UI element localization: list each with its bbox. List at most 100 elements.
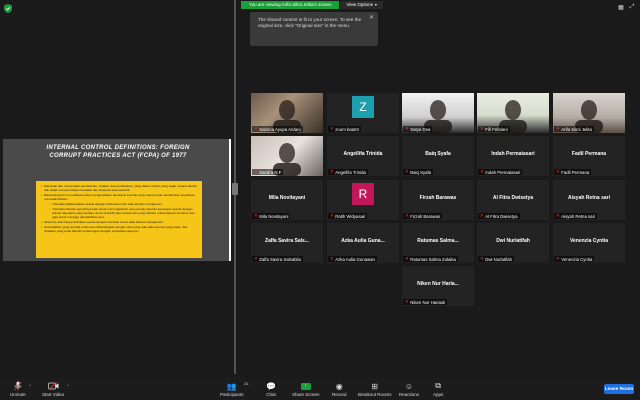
- fit-screen-tooltip: The shared content is fit to your screen…: [250, 12, 378, 46]
- unmute-button[interactable]: Unmute ^: [10, 381, 31, 397]
- participant-tile[interactable]: Angellifa Trinida ✕ Angellifa Trinida: [327, 136, 399, 176]
- mic-muted-icon: ✕: [254, 126, 258, 131]
- participant-tile[interactable]: Venenzia Cyntia ✕ Venenzia Cyntia: [553, 223, 625, 263]
- participant-display-name: Al Fitra Dwisetya: [492, 195, 534, 201]
- speaker-view-icon[interactable]: ▦: [617, 3, 625, 11]
- participant-name: Mila Novitayani: [259, 213, 289, 219]
- record-icon: ◉: [335, 381, 343, 391]
- chevron-up-icon[interactable]: ^: [29, 383, 31, 388]
- meeting-toolbar: Unmute ^ Start Video ^ 👥 21 Participants…: [0, 378, 640, 400]
- mic-muted-icon: ✕: [330, 213, 334, 218]
- participant-tile[interactable]: Ratumas Salma... ✕ Ratumas Salma Zulaika: [402, 223, 474, 263]
- participant-name: Baiq Syafa: [410, 169, 432, 175]
- participant-display-name: Dwi Nurlatifah: [496, 238, 530, 244]
- participant-name: Azka Aulia Gunawan: [335, 256, 375, 262]
- mic-muted-icon: ✕: [405, 213, 409, 218]
- slide-sub-bullet: ◦ Transaksi dicatat seperlunya baik untuk…: [49, 207, 195, 219]
- participant-name-label: ✕ Aisyah Retna sari: [554, 213, 597, 219]
- participant-name: Dwi Nurlatifah: [485, 256, 513, 262]
- start-video-button[interactable]: Start Video ^: [42, 381, 69, 397]
- apps-button[interactable]: ⧉ Apps: [433, 381, 443, 397]
- participant-tile[interactable]: Firzah Barawas ✕ Firzah Barawas: [402, 180, 474, 220]
- participant-tile[interactable]: Azka Aulia Guna... ✕ Azka Aulia Gunawan: [327, 223, 399, 263]
- participants-label: Participants: [220, 392, 244, 397]
- apps-label: Apps: [433, 392, 444, 397]
- participant-name-label: ✕ Arifa Silmi Jelita: [554, 126, 594, 132]
- record-button[interactable]: ◉ Record: [332, 381, 347, 398]
- mic-muted-icon: ✕: [480, 126, 484, 131]
- participant-tile[interactable]: Indah Permatasari ✕ Indah Permatasari: [477, 136, 549, 176]
- participant-name-label: ✕ Firzah Barawas: [403, 213, 443, 219]
- participant-name-label: ✕ Zalfa Savira Salsabila: [252, 256, 303, 262]
- chat-label: Chat: [266, 392, 276, 397]
- slide-bullet: • Akses ke aset hanya diizinkan sesuai de…: [41, 220, 164, 224]
- participant-tile[interactable]: ✕ Satya Dea: [402, 93, 474, 133]
- participant-display-name: Niken Nur Haria...: [417, 281, 459, 287]
- mic-muted-icon: ✕: [556, 213, 560, 218]
- participant-name-label: ✕ Sandra N F: [252, 169, 284, 175]
- share-screen-icon: ↑: [300, 381, 311, 391]
- breakout-rooms-icon: ⊞: [371, 381, 379, 391]
- participant-tile[interactable]: Baiq Syafa ✕ Baiq Syafa: [402, 136, 474, 176]
- participant-name: Arifa Silmi Jelita: [561, 126, 592, 132]
- mic-muted-icon: ✕: [254, 213, 258, 218]
- participant-tile[interactable]: Z ✕ zoom baa04: [327, 93, 399, 133]
- participant-tile[interactable]: ✕ Arifa Silmi Jelita: [553, 93, 625, 133]
- participant-name-label: ✕ Angellifa Trinida: [328, 169, 368, 175]
- participant-tile[interactable]: ✕ Sandra N F: [251, 136, 323, 176]
- participant-name: Firzah Barawas: [410, 213, 441, 219]
- participant-name: Al Fitra Dwisetya: [485, 213, 518, 219]
- chat-button[interactable]: 💬 Chat: [266, 381, 276, 398]
- participant-name-label: ✕ Fadil Permana: [554, 169, 592, 175]
- record-label: Record: [332, 392, 347, 397]
- mic-muted-icon: ✕: [480, 213, 484, 218]
- participant-name-label: ✕ Sabrina Ayupa Ardani: [252, 126, 303, 132]
- mic-muted-icon: ✕: [480, 169, 484, 174]
- participants-icon: 👥: [226, 381, 237, 391]
- participant-tile[interactable]: R ✕ Ratih Widyasari: [327, 180, 399, 220]
- view-options-label: View Options: [346, 2, 373, 7]
- participant-tile[interactable]: Mila Novitayani ✕ Mila Novitayani: [251, 180, 323, 220]
- participant-display-name: Angellifa Trinida: [343, 151, 383, 157]
- shared-screen: INTERNAL CONTROL DEFINITIONS: FOREIGN CO…: [3, 139, 231, 261]
- view-options-button[interactable]: View Options ▾: [340, 0, 383, 9]
- participant-tile[interactable]: ✕ Fifi Febriani: [477, 93, 549, 133]
- participant-tile[interactable]: Al Fitra Dwisetya ✕ Al Fitra Dwisetya: [477, 180, 549, 220]
- participant-name-label: ✕ Dwi Nurlatifah: [478, 256, 515, 262]
- participant-display-name: Zalfa Savira Sals...: [265, 238, 309, 244]
- participant-display-name: Firzah Barawas: [419, 195, 457, 201]
- apps-icon: ⧉: [435, 381, 441, 390]
- participant-avatar: R: [352, 183, 374, 205]
- participant-name: Niken Nur Hariasti: [410, 299, 446, 305]
- reactions-button[interactable]: ☺ Reactions: [399, 381, 419, 398]
- participant-tile[interactable]: Fadil Permana ✕ Fadil Permana: [553, 136, 625, 176]
- mic-muted-icon: ✕: [254, 256, 258, 261]
- fullscreen-icon[interactable]: ⤢: [628, 3, 636, 11]
- mic-muted-icon: ✕: [556, 256, 560, 261]
- participant-tile[interactable]: ✕ Sabrina Ayupa Ardani: [251, 93, 323, 133]
- participant-name: Ratih Widyasari: [335, 213, 366, 219]
- participant-name-label: ✕ Mila Novitayani: [252, 213, 291, 219]
- shield-icon[interactable]: [4, 4, 12, 13]
- close-icon[interactable]: ✕: [369, 15, 374, 21]
- mic-muted-icon: ✕: [405, 126, 409, 131]
- participant-tile[interactable]: Zalfa Savira Sals... ✕ Zalfa Savira Salsab…: [251, 223, 323, 263]
- chevron-up-icon[interactable]: ^: [67, 383, 69, 388]
- participant-tile[interactable]: Niken Nur Haria... ✕ Niken Nur Hariasti: [402, 266, 474, 306]
- participant-display-name: Azka Aulia Guna...: [341, 238, 385, 244]
- mic-muted-icon: ✕: [405, 256, 409, 261]
- share-screen-label: Share Screen: [292, 392, 320, 397]
- breakout-rooms-label: Breakout Rooms: [358, 392, 392, 397]
- participants-button[interactable]: 👥 21 Participants: [220, 381, 249, 397]
- participant-tile[interactable]: Dwi Nurlatifah ✕ Dwi Nurlatifah: [477, 223, 549, 263]
- slide-bullet: • Membuat dan menyimpan pembukuan, catata…: [41, 184, 197, 192]
- participant-name-label: ✕ Azka Aulia Gunawan: [328, 256, 377, 262]
- participant-name: Angellifa Trinida: [335, 169, 366, 175]
- leave-room-button[interactable]: Leave Room: [604, 384, 634, 394]
- drag-handle[interactable]: [232, 183, 238, 195]
- share-screen-button[interactable]: ↑ Share Screen: [292, 381, 320, 397]
- breakout-rooms-button[interactable]: ⊞ Breakout Rooms: [358, 381, 392, 398]
- participant-name-label: ✕ Ratumas Salma Zulaika: [403, 256, 458, 262]
- participant-tile[interactable]: Aisyah Retna sari ✕ Aisyah Retna sari: [553, 180, 625, 220]
- participant-avatar: Z: [352, 96, 374, 118]
